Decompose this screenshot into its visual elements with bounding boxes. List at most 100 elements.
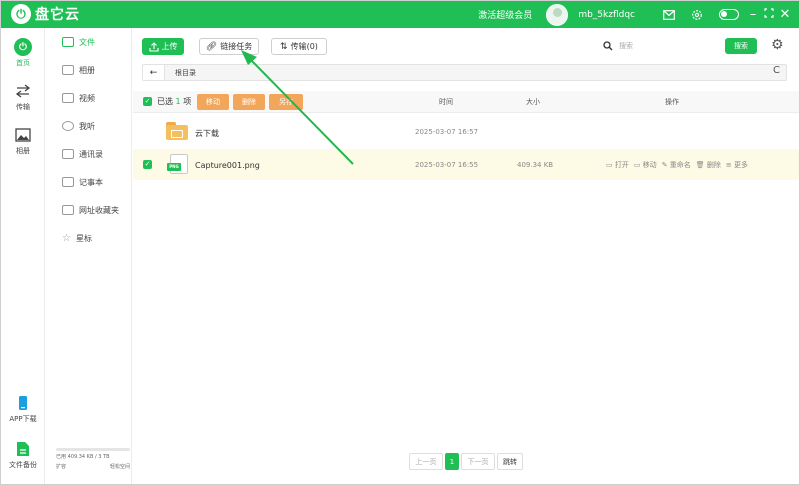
minimize-icon[interactable]: – <box>745 7 761 22</box>
storage-info: 已用 409.34 KB / 3 TB 扩容 轻松空间 <box>56 448 130 470</box>
activate-vip-link[interactable]: 激活超级会员 <box>478 8 532 21</box>
search-placeholder: 搜索 <box>619 42 633 50</box>
sidebar: 文件 相册 视频 我听 通讯录 记事本 网址收藏夹 ☆ 星标 已用 409.34… <box>46 28 132 484</box>
select-all-checkbox[interactable]: ✓ <box>143 97 152 106</box>
phone-icon <box>14 394 32 412</box>
move-selected-button[interactable]: 移动 <box>197 94 229 110</box>
sidebar-item-files[interactable]: 文件 <box>46 32 132 52</box>
file-time: 2025-03-07 16:55 <box>415 161 479 169</box>
table-header: ✓ 已选 1 项 移动 删除 另存 时间 大小 操作 <box>133 91 799 113</box>
png-badge: PNG <box>167 163 181 171</box>
upload-button[interactable]: 上传 <box>142 38 184 55</box>
back-button[interactable]: ← <box>143 65 165 80</box>
sidebar-item-audio[interactable]: 我听 <box>46 116 132 136</box>
sidebar-item-label: 视频 <box>79 93 95 103</box>
storage-used: 已用 409.34 KB / 3 TB <box>56 454 110 460</box>
breadcrumb[interactable]: 根目录 <box>175 68 196 78</box>
close-icon[interactable]: ✕ <box>777 7 793 22</box>
save-as-selected-button[interactable]: 另存 <box>269 94 303 110</box>
username[interactable]: mb_5kzfldqc <box>578 10 635 20</box>
sidebar-item-contacts[interactable]: 通讯录 <box>46 144 132 164</box>
video-icon <box>62 93 74 103</box>
sidebar-item-bookmarks[interactable]: 网址收藏夹 <box>46 200 132 220</box>
png-file-icon: PNG <box>167 154 188 174</box>
delete-action[interactable]: 🗑︎ 删除 <box>696 160 721 170</box>
next-page-button[interactable]: 下一页 <box>461 453 495 470</box>
sidebar-item-label: 网址收藏夹 <box>79 205 119 215</box>
avatar[interactable] <box>546 3 569 26</box>
expand-storage-link[interactable]: 扩容 <box>56 463 66 470</box>
refresh-icon[interactable]: C <box>773 65 780 76</box>
mail-icon[interactable] <box>662 8 676 22</box>
table-row[interactable]: 云下载 2025-03-07 16:57 <box>133 116 799 147</box>
main-content: 上传 🔗︎ 链接任务 ⇅ 传输(0) 搜索 搜索 ⚙ ← 根目录 C ✓ 已选 … <box>133 28 799 484</box>
rail-label: 文件备份 <box>9 461 37 469</box>
column-size[interactable]: 大小 <box>526 97 540 107</box>
theme-toggle[interactable] <box>719 9 739 20</box>
sidebar-item-label: 记事本 <box>79 177 103 187</box>
row-actions: ▭ 打开 ▭ 移动 ✎ 重命名 🗑︎ 删除 ≡ 更多 <box>606 160 748 170</box>
free-space-link[interactable]: 轻松空间 <box>110 463 130 470</box>
pagination: 上一页 1 下一页 跳转 <box>409 453 523 470</box>
rail-label: 首页 <box>16 59 30 67</box>
maximize-icon[interactable] <box>761 7 777 22</box>
audio-icon <box>62 121 74 131</box>
open-action[interactable]: ▭ 打开 <box>606 160 629 170</box>
home-icon: ⏻ <box>14 38 32 56</box>
star-icon: ☆ <box>62 233 71 244</box>
upload-label: 上传 <box>161 42 178 51</box>
table-row-selected[interactable]: ✓ PNG Capture001.png 2025-03-07 16:55 40… <box>133 149 799 180</box>
move-action[interactable]: ▭ 移动 <box>634 160 657 170</box>
sort-transfer-icon: ⇅ <box>280 41 288 52</box>
rail-item-app-download[interactable]: APP下载 <box>1 394 45 424</box>
delete-selected-button[interactable]: 删除 <box>233 94 265 110</box>
path-bar: ← 根目录 C <box>142 64 787 81</box>
sidebar-item-label: 相册 <box>79 65 95 75</box>
sidebar-item-label: 星标 <box>75 233 92 243</box>
search-icon <box>603 41 613 51</box>
app-name: 盘它云 <box>35 7 80 23</box>
sidebar-item-photos[interactable]: 相册 <box>46 60 132 80</box>
transfer-label: 传输(0) <box>290 42 318 51</box>
sidebar-item-label: 文件 <box>79 37 95 47</box>
page-1-button[interactable]: 1 <box>445 453 459 470</box>
upload-icon <box>148 41 159 52</box>
file-name[interactable]: 云下载 <box>195 128 219 139</box>
file-time: 2025-03-07 16:57 <box>415 128 479 136</box>
backup-icon <box>14 440 32 458</box>
bookmark-icon <box>62 205 74 215</box>
file-size: 409.34 KB <box>517 161 554 169</box>
sidebar-item-videos[interactable]: 视频 <box>46 88 132 108</box>
link-task-button[interactable]: 🔗︎ 链接任务 <box>199 38 259 55</box>
app-logo: ⏻ 盘它云 <box>11 4 80 24</box>
gear-icon[interactable]: ⚙ <box>771 37 784 53</box>
rail-item-album[interactable]: 相册 <box>1 126 45 156</box>
sidebar-item-label: 通讯录 <box>79 149 103 159</box>
prev-page-button[interactable]: 上一页 <box>409 453 443 470</box>
search-button[interactable]: 搜索 <box>725 38 757 54</box>
transfer-icon <box>14 82 32 100</box>
icon-rail: ⏻ 首页 传输 相册 APP下载 文件备份 <box>1 28 45 484</box>
photo-icon <box>62 65 74 75</box>
more-action[interactable]: ≡ 更多 <box>726 160 748 170</box>
logo-icon: ⏻ <box>11 4 31 24</box>
settings-icon[interactable] <box>690 8 704 22</box>
sidebar-item-starred[interactable]: ☆ 星标 <box>46 228 132 248</box>
search-input[interactable]: 搜索 <box>599 37 717 55</box>
jump-button[interactable]: 跳转 <box>497 453 523 470</box>
column-time[interactable]: 时间 <box>439 97 453 107</box>
rail-item-home[interactable]: ⏻ 首页 <box>1 38 45 68</box>
album-icon <box>14 126 32 144</box>
link-task-label: 链接任务 <box>220 42 253 51</box>
file-icon <box>62 37 74 47</box>
rail-item-backup[interactable]: 文件备份 <box>1 440 45 470</box>
storage-bar <box>56 448 130 451</box>
file-name[interactable]: Capture001.png <box>195 161 260 170</box>
transfer-button[interactable]: ⇅ 传输(0) <box>271 38 327 55</box>
rail-item-transfer[interactable]: 传输 <box>1 82 45 112</box>
link-icon: 🔗︎ <box>205 41 218 52</box>
row-checkbox[interactable]: ✓ <box>143 160 152 169</box>
rename-action[interactable]: ✎ 重命名 <box>662 160 691 170</box>
sidebar-item-notepad[interactable]: 记事本 <box>46 172 132 192</box>
app-window: ⏻ 盘它云 激活超级会员 mb_5kzfldqc – ✕ ⏻ 首页 传输 相册 … <box>0 0 800 485</box>
